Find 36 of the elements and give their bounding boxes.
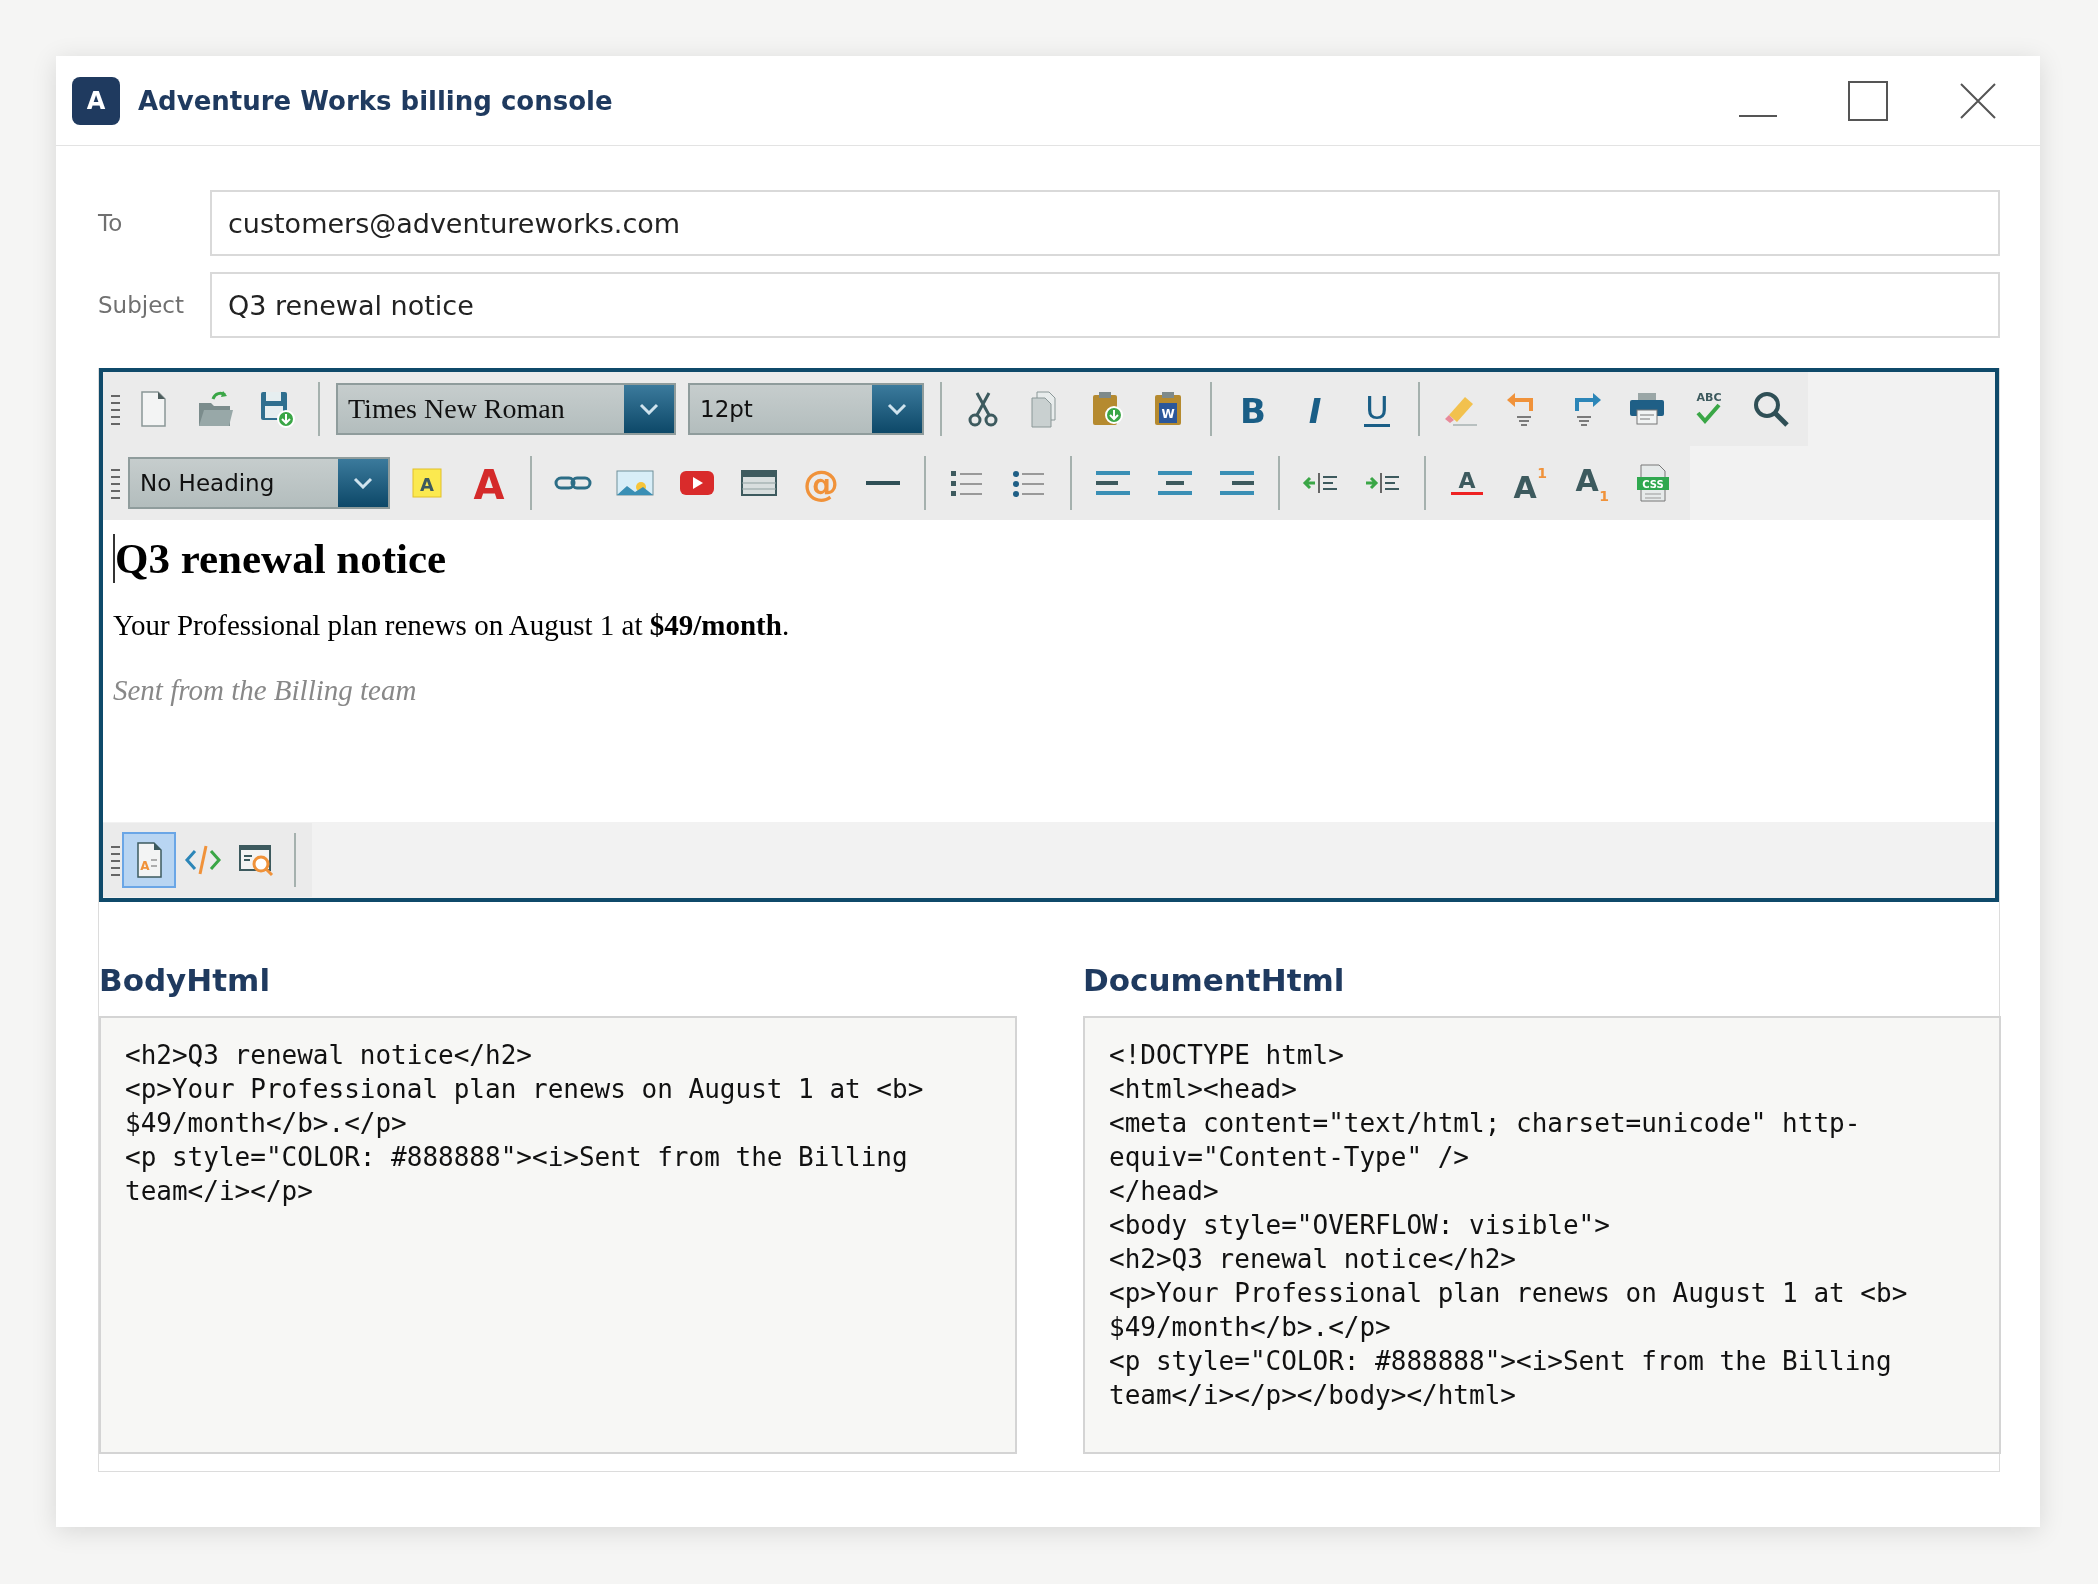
code-block: <!DOCTYPE html> <html><head> <meta content="text/html; charset=unicode" http- equiv="Content-Type" /> </head> <body style="OVERFLOW: visible"> <h2>Q3 renewal notice</h2> <p>Your Professional plan renews on August 1 at <b> $49/month</b>.</p> <p style="COLOR: #888888"><i>Sent from the Billing team</i></p></body></html> <box>1083 1016 2001 1454</box>
maximize-icon <box>1848 80 1888 121</box>
italic-icon: I <box>1295 389 1335 429</box>
minimize-icon <box>1739 114 1777 117</box>
font-color-icon: A <box>469 463 509 503</box>
field-label: Subject <box>98 292 185 318</box>
paragraph-text: Your Professional plan renews on August 1 at $49/month. <box>113 609 790 642</box>
code-block: <h2>Q3 renewal notice</h2> <p>Your Professional plan renews on August 1 at <b> $49/month</b>.</p> <p style="COLOR: #888888"><i>Sent from the Billing team</i></p> <box>99 1016 1017 1454</box>
panel-heading: BodyHtml <box>99 962 271 998</box>
strikethrough-button[interactable]: A <box>1436 455 1498 511</box>
underline-button[interactable]: U <box>1346 381 1408 437</box>
spellcheck-button[interactable]: ABC <box>1678 381 1740 437</box>
chevron-down-icon <box>887 403 907 415</box>
paste-from-word-button[interactable]: W <box>1138 381 1200 437</box>
input-field[interactable]: Q3 renewal notice <box>210 272 2000 338</box>
italic-button[interactable]: I <box>1284 381 1346 437</box>
bold-button[interactable]: B <box>1222 381 1284 437</box>
panel-heading: DocumentHtml <box>1083 962 1346 998</box>
font-dropdown[interactable]: Times New Roman <box>336 383 676 435</box>
bold-icon: B <box>1233 389 1273 429</box>
editor-content[interactable]: Q3 renewal notice Your Professional plan renews on August 1 at $49/month. Sent from the Billing team <box>103 520 1995 822</box>
heading-dropdown[interactable]: No Heading <box>128 457 390 509</box>
input-field[interactable]: customers@adventureworks.com <box>210 190 2000 256</box>
heading-text: Q3 renewal notice <box>113 534 447 583</box>
close-icon <box>1958 80 1998 121</box>
signature-text: Sent from the Billing team <box>113 674 417 707</box>
window-title: Adventure Works billing console <box>138 85 614 116</box>
chevron-down-icon <box>353 477 373 489</box>
font-size-dropdown[interactable]: 12pt <box>688 383 924 435</box>
field-label: To <box>98 210 124 236</box>
at-sign-icon: @ <box>801 463 841 503</box>
chevron-down-icon <box>639 403 659 415</box>
search-icon <box>1751 389 1791 429</box>
highlight-button[interactable]: A <box>396 455 458 511</box>
font-color-button[interactable]: A <box>458 455 520 511</box>
app-logo: A <box>72 76 120 125</box>
